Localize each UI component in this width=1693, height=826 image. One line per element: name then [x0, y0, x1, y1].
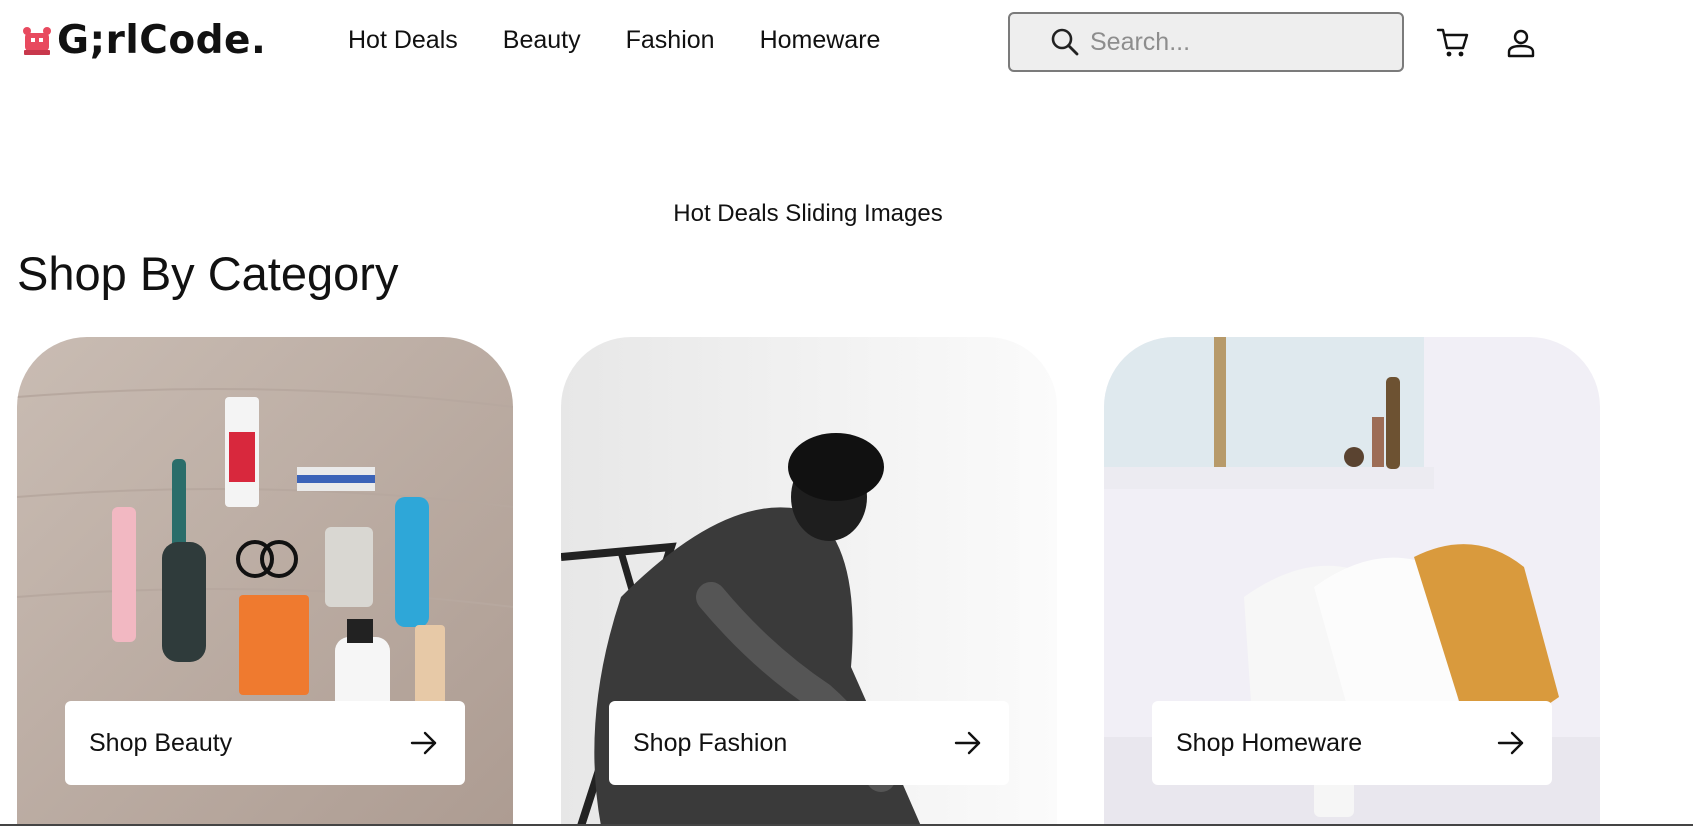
search-icon — [1051, 28, 1079, 56]
search-bar[interactable] — [1008, 12, 1404, 72]
search-input[interactable] — [1088, 26, 1392, 58]
logo-wordmark: G;rlCode. — [57, 17, 267, 63]
shop-beauty-label: Shop Beauty — [89, 728, 233, 757]
arrow-right-icon — [954, 731, 981, 755]
category-card-fashion[interactable]: Shop Fashion — [561, 337, 1057, 826]
category-card-homeware[interactable]: Shop Homeware — [1104, 337, 1600, 826]
shop-homeware-label: Shop Homeware — [1176, 728, 1363, 757]
site-header: G;rlCode. Hot Deals Beauty Fashion Homew… — [0, 0, 1693, 86]
arrow-right-icon — [1497, 731, 1524, 755]
arrow-right-icon — [410, 731, 437, 755]
nav-fashion[interactable]: Fashion — [626, 26, 715, 55]
user-icon[interactable] — [1505, 27, 1537, 59]
nav-homeware[interactable]: Homeware — [760, 26, 881, 55]
logo-robot-icon — [23, 27, 51, 55]
cart-icon[interactable] — [1436, 26, 1470, 60]
nav-beauty[interactable]: Beauty — [503, 26, 581, 55]
brand-logo[interactable]: G;rlCode. — [20, 14, 266, 66]
category-section-title: Shop By Category — [17, 247, 399, 300]
shop-homeware-button[interactable]: Shop Homeware — [1152, 701, 1552, 785]
category-card-beauty[interactable]: Shop Beauty — [17, 337, 513, 826]
hero-slider-placeholder: Hot Deals Sliding Images — [673, 200, 943, 227]
shop-beauty-button[interactable]: Shop Beauty — [65, 701, 465, 785]
main-nav: Hot Deals Beauty Fashion Homeware — [348, 26, 880, 55]
nav-hot-deals[interactable]: Hot Deals — [348, 26, 458, 55]
shop-fashion-label: Shop Fashion — [633, 728, 788, 757]
shop-fashion-button[interactable]: Shop Fashion — [609, 701, 1009, 785]
